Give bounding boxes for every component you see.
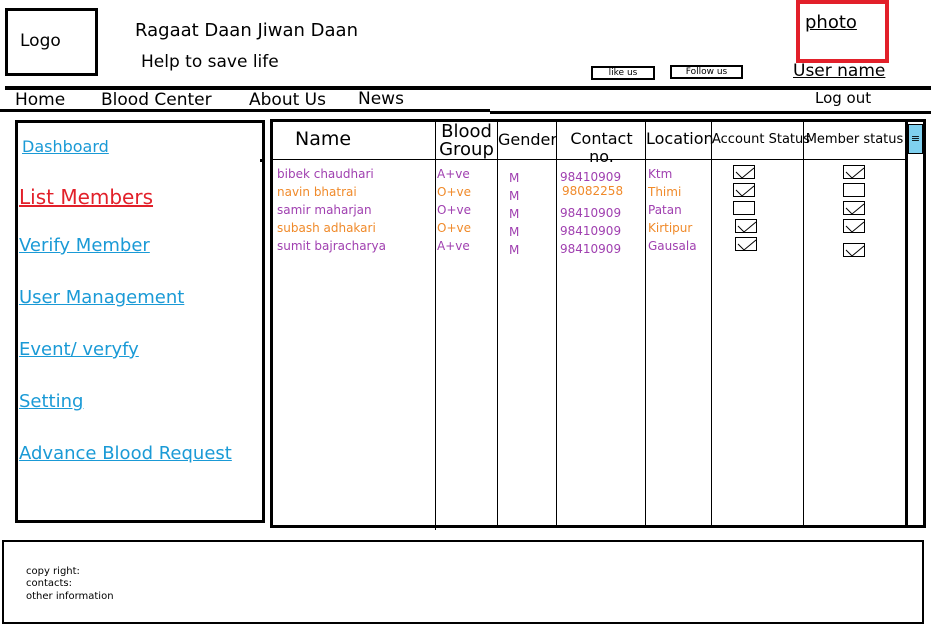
cell-name: bibek chaudhari xyxy=(277,167,374,181)
cell-contact: 98410909 xyxy=(560,206,622,220)
sidebar-tick xyxy=(260,159,264,162)
check-icon xyxy=(845,245,865,257)
account-status-checkbox[interactable] xyxy=(735,219,757,233)
check-icon xyxy=(735,167,755,179)
member-status-checkbox[interactable] xyxy=(843,219,865,233)
check-icon xyxy=(737,221,757,233)
header-blood-line2: Group xyxy=(439,139,494,160)
sidebar-item-verify-member[interactable]: Verify Member xyxy=(19,235,150,256)
cell-contact: 98082258 xyxy=(562,184,624,198)
footer-copyright: copy right: xyxy=(26,566,80,577)
nav-about-us[interactable]: About Us xyxy=(249,90,326,110)
cell-location: Kirtipur xyxy=(648,221,693,235)
account-status-checkbox[interactable] xyxy=(733,183,755,197)
cell-blood-group: A+ve xyxy=(437,167,470,181)
cell-name: sumit bajracharya xyxy=(277,239,386,253)
col-divider-2 xyxy=(497,119,498,528)
member-status-checkbox[interactable] xyxy=(843,183,865,197)
cell-contact: 98410909 xyxy=(560,170,622,184)
logout-link[interactable]: Log out xyxy=(815,89,871,107)
footer xyxy=(2,540,924,624)
scrollbar-thumb[interactable]: ≡ xyxy=(908,124,923,154)
nav-blood-center[interactable]: Blood Center xyxy=(101,90,212,110)
cell-name: samir maharjan xyxy=(277,203,372,217)
follow-us-button[interactable]: Follow us xyxy=(670,65,743,79)
cell-gender: M xyxy=(509,189,520,203)
header-name: Name xyxy=(295,128,352,150)
header-member-status: Member status xyxy=(805,132,904,147)
cell-gender: M xyxy=(509,171,520,185)
sidebar-item-list-members[interactable]: List Members xyxy=(19,185,153,209)
cell-contact: 98410909 xyxy=(560,224,622,238)
check-icon xyxy=(845,221,865,233)
scrollbar-track-right xyxy=(923,119,926,528)
cell-contact: 98410909 xyxy=(560,242,622,256)
account-status-checkbox[interactable] xyxy=(733,201,755,215)
profile-photo[interactable]: photo xyxy=(796,0,889,63)
nav-bottom-divider-left xyxy=(0,109,490,112)
cell-location: Gausala xyxy=(648,239,697,253)
header-account-status: Account Status xyxy=(712,132,811,147)
header-blood: Blood Group xyxy=(436,123,497,159)
col-divider-3 xyxy=(556,119,557,528)
check-icon xyxy=(845,203,865,215)
site-tagline: Help to save life xyxy=(141,52,279,72)
nav-bottom-divider-right xyxy=(490,111,931,114)
member-status-checkbox[interactable] xyxy=(843,243,865,257)
cell-blood-group: A+ve xyxy=(437,239,470,253)
col-divider-6 xyxy=(803,119,804,528)
sidebar-item-dashboard[interactable]: Dashboard xyxy=(22,137,109,156)
username-link[interactable]: User name xyxy=(793,61,885,81)
scrollbar-track-left xyxy=(905,119,908,528)
cell-location: Ktm xyxy=(648,167,673,181)
cell-gender: M xyxy=(509,207,520,221)
sidebar-item-user-management[interactable]: User Management xyxy=(19,287,184,308)
col-divider-1 xyxy=(435,119,436,530)
cell-location: Patan xyxy=(648,203,682,217)
like-us-button[interactable]: like us xyxy=(591,66,655,80)
sidebar-item-setting[interactable]: Setting xyxy=(19,391,83,412)
col-divider-4 xyxy=(645,119,646,528)
header-gender: Gender xyxy=(498,130,557,149)
footer-contacts: contacts: xyxy=(26,578,73,589)
nav-home[interactable]: Home xyxy=(15,90,65,110)
logo-text: Logo xyxy=(20,31,61,51)
cell-gender: M xyxy=(509,225,520,239)
footer-other-info: other information xyxy=(26,591,114,602)
col-divider-5 xyxy=(711,119,712,528)
photo-label: photo xyxy=(805,12,857,33)
cell-name: navin bhatrai xyxy=(277,185,357,199)
logo: Logo xyxy=(5,8,98,76)
cell-blood-group: O+ve xyxy=(437,185,471,199)
check-icon xyxy=(737,239,757,251)
cell-name: subash adhakari xyxy=(277,221,376,235)
cell-gender: M xyxy=(509,243,520,257)
sidebar-item-event-verify[interactable]: Event/ veryfy xyxy=(19,339,139,360)
member-status-checkbox[interactable] xyxy=(843,165,865,179)
account-status-checkbox[interactable] xyxy=(733,165,755,179)
cell-location: Thimi xyxy=(648,185,682,199)
account-status-checkbox[interactable] xyxy=(735,237,757,251)
check-icon xyxy=(845,167,865,179)
site-title: Ragaat Daan Jiwan Daan xyxy=(135,20,358,41)
cell-blood-group: O+ve xyxy=(437,221,471,235)
header-location: Location xyxy=(646,129,714,148)
header-contact: Contact no. xyxy=(570,129,633,166)
check-icon xyxy=(735,185,755,197)
sidebar-item-advance-blood-request[interactable]: Advance Blood Request xyxy=(19,443,232,464)
cell-blood-group: O+ve xyxy=(437,203,471,217)
nav-news[interactable]: News xyxy=(358,89,404,109)
member-status-checkbox[interactable] xyxy=(843,201,865,215)
